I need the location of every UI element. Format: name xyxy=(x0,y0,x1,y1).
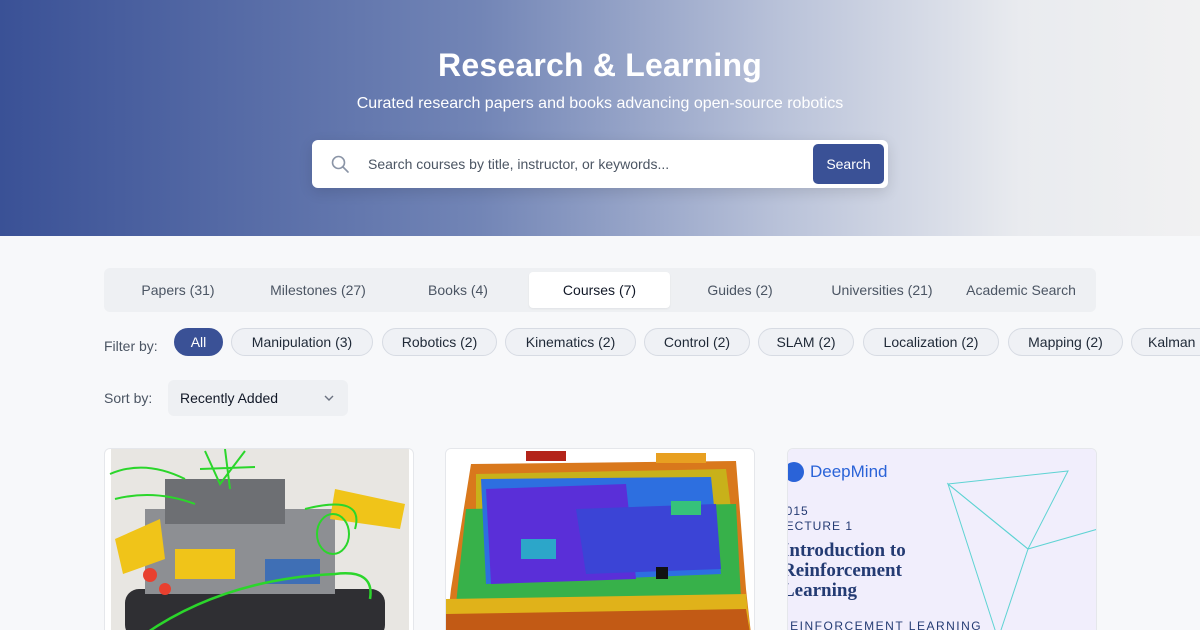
slide-year: 2015 xyxy=(788,504,809,518)
tab-guides[interactable]: Guides (2) xyxy=(676,272,804,308)
tab-universities[interactable]: Universities (21) xyxy=(812,272,952,308)
slide-course-name: REINFORCEMENT LEARNING xyxy=(787,619,983,630)
page-title: Research & Learning xyxy=(438,47,762,83)
search-icon xyxy=(331,155,349,173)
filter-chip-slam[interactable]: SLAM (2) xyxy=(758,328,854,356)
filter-chip-robotics[interactable]: Robotics (2) xyxy=(382,328,497,356)
course-card[interactable]: DeepMind 2015 LECTURE 1 Introduction to … xyxy=(787,448,1097,630)
tab-courses[interactable]: Courses (7) xyxy=(529,272,670,308)
page-subtitle: Curated research papers and books advanc… xyxy=(356,95,844,112)
tab-papers[interactable]: Papers (31) xyxy=(112,272,244,308)
sort-value: Recently Added xyxy=(180,390,279,406)
filter-chip-kalman[interactable]: Kalman xyxy=(1131,328,1200,356)
search-bar: Search xyxy=(312,140,888,188)
slide-lecture: LECTURE 1 xyxy=(787,519,854,533)
chevron-down-icon xyxy=(324,395,334,401)
course-thumbnail-robot xyxy=(105,449,413,630)
filter-chip-mapping[interactable]: Mapping (2) xyxy=(1008,328,1123,356)
filter-label: Filter by: xyxy=(104,338,158,354)
filter-chip-control[interactable]: Control (2) xyxy=(644,328,750,356)
filter-chip-manipulation[interactable]: Manipulation (3) xyxy=(231,328,373,356)
slide-title-line1: Introduction to xyxy=(787,540,906,561)
course-card[interactable] xyxy=(445,448,755,630)
sort-dropdown[interactable]: Recently Added xyxy=(168,380,348,416)
filter-chip-localization[interactable]: Localization (2) xyxy=(863,328,999,356)
slide-title-line2: Reinforcement xyxy=(787,560,902,581)
search-input[interactable] xyxy=(368,148,808,180)
filter-chip-all[interactable]: All xyxy=(174,328,223,356)
tab-books[interactable]: Books (4) xyxy=(392,272,524,308)
tab-milestones[interactable]: Milestones (27) xyxy=(250,272,386,308)
hero-banner: Research & Learning Curated research pap… xyxy=(0,0,1200,236)
sort-label: Sort by: xyxy=(104,390,153,406)
filter-chip-kinematics[interactable]: Kinematics (2) xyxy=(505,328,636,356)
search-button[interactable]: Search xyxy=(813,144,884,184)
slide-title-line3: Learning xyxy=(787,580,857,601)
course-thumbnail-voxel-map xyxy=(446,449,754,630)
brand-logo: DeepMind xyxy=(810,462,888,481)
tab-academic-search[interactable]: Academic Search xyxy=(956,272,1086,308)
category-tabs: Papers (31) Milestones (27) Books (4) Co… xyxy=(104,268,1096,312)
course-card[interactable] xyxy=(104,448,414,630)
